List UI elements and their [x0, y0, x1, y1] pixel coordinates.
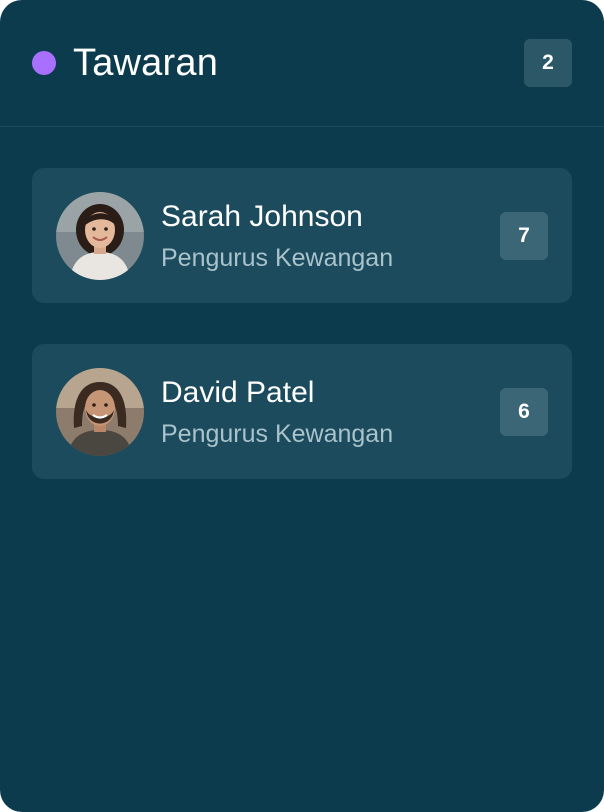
column-title: Tawaran: [73, 41, 219, 84]
avatar: [56, 367, 144, 456]
card-info: Sarah Johnson Pengurus Kewangan: [161, 199, 500, 273]
avatar: [56, 191, 144, 280]
contact-name: David Patel: [161, 375, 315, 409]
card-count-badge: 6: [500, 387, 548, 436]
column-header: Tawaran 2: [0, 0, 604, 127]
person-avatar-female-icon: [56, 191, 144, 280]
contact-card[interactable]: David Patel Pengurus Kewangan 6: [32, 344, 572, 479]
card-count-badge: 7: [500, 211, 548, 260]
pipeline-column: Tawaran 2 Sarah Johnson Pengurus Kewanga…: [0, 0, 604, 812]
card-info: David Patel Pengurus Kewangan: [161, 375, 500, 449]
contact-card[interactable]: Sarah Johnson Pengurus Kewangan 7: [32, 168, 572, 303]
card-list: Sarah Johnson Pengurus Kewangan 7 David …: [0, 127, 604, 479]
column-count-badge: 2: [524, 39, 572, 87]
contact-role: Pengurus Kewangan: [161, 419, 394, 448]
person-avatar-male-icon: [56, 367, 144, 456]
contact-role: Pengurus Kewangan: [161, 243, 394, 272]
contact-name: Sarah Johnson: [161, 199, 363, 233]
status-dot-icon: [32, 51, 56, 75]
